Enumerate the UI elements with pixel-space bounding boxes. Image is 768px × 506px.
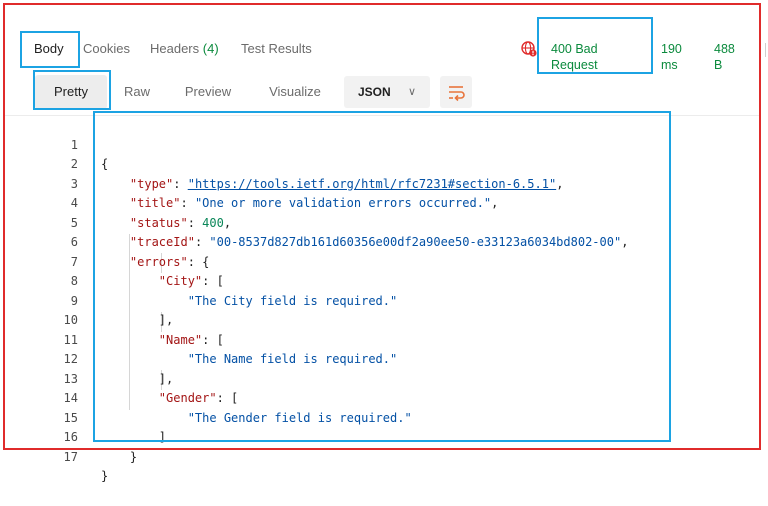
- response-body-editor[interactable]: 1 { 2 "type": "https://tools.ietf.org/ht…: [5, 115, 759, 484]
- code-line: 3 "title": "One or more validation error…: [5, 155, 759, 211]
- code-line: 10 "Name": [: [5, 292, 759, 347]
- response-time[interactable]: 190 ms: [661, 41, 682, 73]
- chevron-down-icon: ∨: [407, 86, 416, 98]
- tab-headers-label: Headers: [150, 41, 200, 56]
- code-line: 11 "The Name field is required.": [5, 311, 759, 367]
- tab-headers[interactable]: Headers (4): [150, 41, 219, 57]
- format-select-value: JSON: [358, 85, 391, 99]
- view-preview-button[interactable]: Preview: [173, 75, 243, 109]
- divider: [765, 43, 766, 57]
- tab-test-results[interactable]: Test Results: [241, 41, 312, 57]
- code-line: 15 ]: [5, 389, 759, 445]
- headers-count: (4): [202, 41, 219, 56]
- code-line: 9 ],: [5, 272, 759, 328]
- view-visualize-button[interactable]: Visualize: [255, 75, 335, 109]
- status-code[interactable]: 400 Bad Request: [551, 41, 598, 73]
- screenshot-frame: Body Cookies Headers (4) Test Results 40…: [3, 3, 766, 484]
- format-select[interactable]: JSON ∨: [344, 76, 430, 108]
- code-line: 8 "The City field is required.": [5, 253, 759, 308]
- code-line: 5 "traceId": "00-8537d827db161d60356e00d…: [5, 194, 759, 250]
- tab-body[interactable]: Body: [34, 41, 64, 57]
- line-number: 17: [63, 449, 78, 464]
- code-line: 6 "errors": {: [5, 214, 759, 269]
- view-pretty-button[interactable]: Pretty: [35, 75, 107, 109]
- code-line: 1 {: [5, 116, 759, 172]
- view-raw-button[interactable]: Raw: [113, 75, 161, 109]
- response-size[interactable]: 488 B: [714, 41, 735, 73]
- code-line: 7 "City": [: [5, 233, 759, 289]
- view-toolbar: Pretty Raw Preview Visualize JSON ∨: [5, 75, 759, 109]
- response-tabs: Body Cookies Headers (4) Test Results 40…: [5, 5, 766, 72]
- wrap-lines-icon: [449, 86, 465, 102]
- globe-error-icon[interactable]: [521, 41, 537, 57]
- code-line: 16 }: [5, 409, 759, 464]
- code-line: 12 ],: [5, 331, 759, 386]
- tab-cookies[interactable]: Cookies: [83, 41, 130, 57]
- code-line: 14 "The Gender field is required.": [5, 370, 759, 425]
- wrap-lines-button[interactable]: [440, 76, 472, 108]
- code-line: 13 "Gender": [: [5, 350, 759, 406]
- code-line: 17 }: [5, 428, 759, 484]
- code-line: 2 "type": "https://tools.ietf.org/html/r…: [5, 136, 759, 191]
- code-line: 4 "status": 400,: [5, 175, 759, 230]
